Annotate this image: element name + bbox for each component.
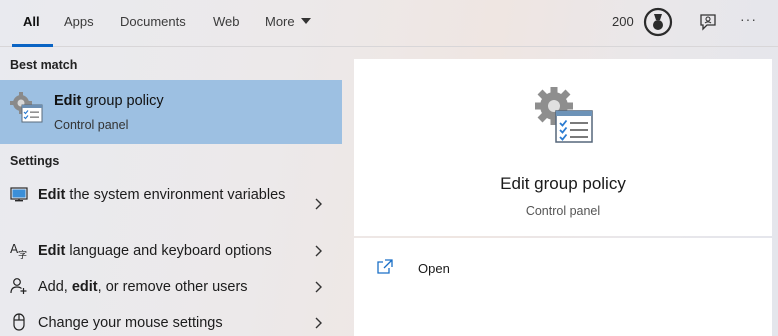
setting-label: Add, edit, or remove other users bbox=[38, 277, 288, 297]
setting-bold: Edit bbox=[38, 187, 66, 203]
setting-env-variables[interactable]: Edit the system environment variables bbox=[0, 182, 342, 226]
preview-title: Edit group policy bbox=[500, 174, 626, 193]
settings-header: Settings bbox=[10, 154, 60, 168]
setting-add-edit-users[interactable]: Add, edit, or remove other users bbox=[0, 274, 342, 300]
actions-list: Open bbox=[354, 238, 772, 336]
preview-subtitle: Control panel bbox=[525, 204, 601, 218]
more-options-icon[interactable]: ··· bbox=[740, 11, 757, 27]
open-button[interactable]: Open bbox=[376, 258, 496, 280]
setting-language-keyboard[interactable]: A 字 Edit language and keyboard options bbox=[0, 238, 342, 264]
setting-bold: edit bbox=[71, 279, 98, 295]
rewards-points: 200 bbox=[612, 14, 634, 29]
svg-text:字: 字 bbox=[18, 249, 27, 259]
setting-pre: Add, bbox=[38, 279, 72, 295]
add-user-icon bbox=[10, 278, 27, 294]
best-match-title-rest: group policy bbox=[81, 93, 164, 109]
best-match-header: Best match bbox=[10, 58, 78, 72]
chevron-right-icon bbox=[315, 245, 322, 257]
group-policy-icon bbox=[535, 87, 593, 143]
mouse-icon bbox=[13, 313, 25, 331]
tab-all[interactable]: All bbox=[12, 0, 52, 47]
tab-more-label: More bbox=[265, 14, 295, 29]
results-list: Best match Edit group policy Control pan… bbox=[0, 48, 342, 336]
setting-pre: Change your mouse settings bbox=[38, 315, 223, 331]
setting-bold: Edit bbox=[38, 243, 66, 259]
language-icon: A 字 bbox=[10, 242, 27, 259]
preview-card: Edit group policy Control panel bbox=[354, 59, 772, 236]
chevron-down-icon bbox=[300, 18, 311, 24]
setting-rest: the system environment variables bbox=[65, 187, 286, 203]
best-match-title-bold: Edit bbox=[54, 93, 82, 109]
tab-more[interactable]: More bbox=[265, 0, 311, 47]
best-match-result[interactable]: Edit group policy Control panel bbox=[0, 80, 342, 144]
tab-documents[interactable]: Documents bbox=[120, 0, 186, 47]
setting-rest: , or remove other users bbox=[97, 279, 248, 295]
setting-mouse[interactable]: Change your mouse settings bbox=[0, 310, 342, 336]
group-policy-icon bbox=[10, 92, 43, 123]
open-icon bbox=[377, 259, 393, 274]
best-match-subtitle: Control panel bbox=[54, 118, 129, 132]
setting-label: Change your mouse settings bbox=[38, 313, 288, 333]
setting-label: Edit language and keyboard options bbox=[38, 241, 288, 261]
chevron-right-icon bbox=[315, 198, 322, 210]
open-label: Open bbox=[418, 261, 450, 276]
preview-pane: Edit group policy Control panel Open bbox=[342, 47, 778, 336]
setting-label: Edit the system environment variables bbox=[38, 185, 288, 205]
medal-icon[interactable] bbox=[643, 7, 673, 37]
search-filter-bar: All Apps Documents Web More 200 ··· bbox=[0, 0, 778, 47]
tab-apps[interactable]: Apps bbox=[64, 0, 94, 47]
chevron-right-icon bbox=[315, 281, 322, 293]
feedback-icon[interactable] bbox=[698, 12, 718, 32]
tab-web[interactable]: Web bbox=[213, 0, 240, 47]
chevron-right-icon bbox=[315, 317, 322, 329]
best-match-title: Edit group policy bbox=[54, 93, 164, 109]
setting-rest: language and keyboard options bbox=[65, 243, 272, 259]
monitor-icon bbox=[10, 187, 28, 202]
